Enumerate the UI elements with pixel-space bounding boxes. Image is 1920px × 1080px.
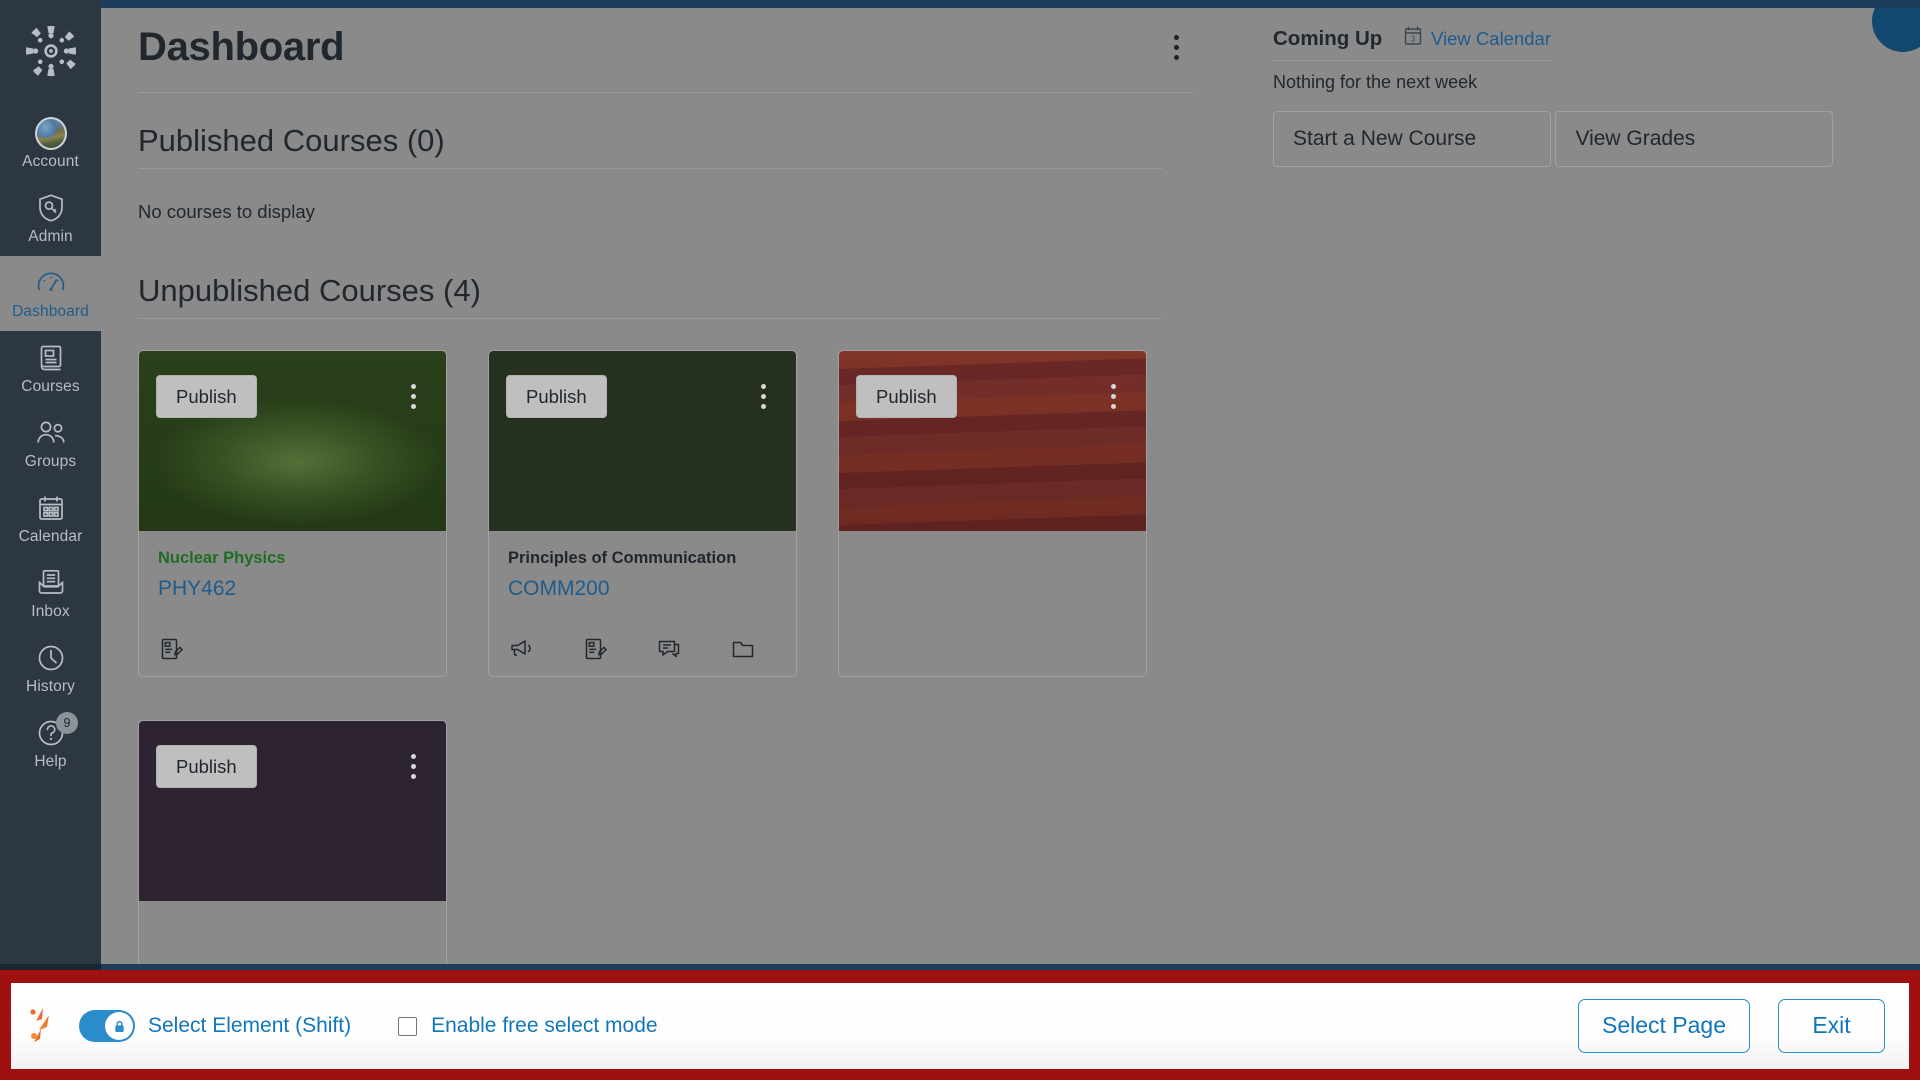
select-element-label: Select Element (Shift) (148, 1014, 352, 1037)
course-card[interactable]: Publish Nuclear Physics PHY462 (138, 350, 447, 677)
discussions-icon[interactable] (656, 636, 682, 662)
course-card-banner[interactable]: Publish (139, 721, 446, 901)
sidebar-item-label: Account (22, 153, 79, 170)
course-card-grid: Publish Nuclear Physics PHY462 Publish P… (138, 350, 1238, 1008)
course-name[interactable]: Principles of Communication (508, 549, 777, 569)
avatar (34, 116, 67, 150)
calendar-icon: 3 (1402, 25, 1424, 52)
course-card-options-icon[interactable] (1096, 379, 1130, 413)
sidebar-item-groups[interactable]: Groups (0, 406, 101, 481)
course-card-body (839, 531, 1146, 676)
element-picker-inner: Select Element (Shift) Enable free selec… (11, 983, 1909, 1069)
course-card[interactable]: Publish Principles of Communication COMM… (488, 350, 797, 677)
course-card-options-icon[interactable] (396, 749, 430, 783)
free-select-mode-row[interactable]: Enable free select mode (398, 1014, 658, 1038)
unpublished-courses-heading: Unpublished Courses (4) (138, 273, 1162, 319)
publish-button[interactable]: Publish (856, 375, 957, 419)
coming-up-header: Coming Up 3 View Calendar (1273, 25, 1551, 61)
publish-button[interactable]: Publish (506, 375, 607, 419)
sidebar-item-admin[interactable]: Admin (0, 181, 101, 256)
global-navigation: Account Admin Dashboard Courses Groups C… (0, 0, 101, 1008)
select-page-button[interactable]: Select Page (1578, 999, 1750, 1053)
calendar-icon (35, 492, 67, 524)
course-card-options-icon[interactable] (746, 379, 780, 413)
kebab-menu-icon[interactable] (1159, 31, 1193, 65)
sidebar-item-account[interactable]: Account (0, 106, 101, 181)
sidebar-item-label: Groups (24, 453, 77, 470)
main-content: Dashboard Published Courses (0) No cours… (101, 8, 1920, 1008)
course-card-actions (158, 636, 184, 662)
right-sidebar: Coming Up 3 View Calendar Nothing for th… (1273, 25, 1883, 168)
announcements-icon[interactable] (508, 636, 534, 662)
files-icon[interactable] (730, 636, 756, 662)
course-card-body: Principles of Communication COMM200 (489, 531, 796, 676)
course-card-actions (508, 636, 756, 662)
course-card-banner[interactable]: Publish (489, 351, 796, 531)
course-card-banner[interactable]: Publish (839, 351, 1146, 531)
assignments-icon[interactable] (582, 636, 608, 662)
view-calendar-link[interactable]: 3 View Calendar (1402, 25, 1551, 52)
course-code[interactable]: COMM200 (508, 576, 777, 601)
sidebar-item-label: Admin (28, 228, 73, 245)
dashboard-gauge-icon (35, 267, 67, 299)
sidebar-item-label: Help (34, 753, 67, 770)
sidebar-item-history[interactable]: History (0, 631, 101, 706)
app-brand-icon (25, 1004, 65, 1048)
clock-icon (35, 642, 67, 674)
assignments-icon[interactable] (158, 636, 184, 662)
page-title: Dashboard (138, 25, 345, 69)
course-card[interactable]: Publish (838, 350, 1147, 677)
shield-key-icon (35, 192, 67, 224)
element-picker-toolbar: Select Element (Shift) Enable free selec… (0, 970, 1920, 1080)
course-name[interactable]: Nuclear Physics (158, 549, 427, 569)
start-new-course-button[interactable]: Start a New Course (1273, 111, 1551, 168)
browser-top-strip (0, 0, 1920, 8)
publish-button[interactable]: Publish (156, 745, 257, 789)
sidebar-item-label: Courses (21, 378, 80, 395)
dashboard-panel: Dashboard Published Courses (0) No cours… (138, 25, 1296, 1008)
sidebar-item-inbox[interactable]: Inbox (0, 556, 101, 631)
view-calendar-label: View Calendar (1431, 27, 1551, 49)
course-card-banner[interactable]: Publish (139, 351, 446, 531)
svg-text:3: 3 (1411, 34, 1416, 43)
sidebar-item-calendar[interactable]: Calendar (0, 481, 101, 556)
course-code[interactable]: PHY462 (158, 576, 427, 601)
course-card-body: Nuclear Physics PHY462 (139, 531, 446, 676)
sidebar-item-help[interactable]: 9 Help (0, 706, 101, 781)
sidebar-item-label: Dashboard (12, 303, 89, 320)
select-element-toggle[interactable] (79, 1010, 135, 1042)
sidebar-item-label: History (26, 678, 75, 695)
free-select-mode-label: Enable free select mode (431, 1014, 658, 1037)
exit-button[interactable]: Exit (1778, 999, 1885, 1053)
sidebar-item-courses[interactable]: Courses (0, 331, 101, 406)
dashboard-header: Dashboard (138, 25, 1193, 93)
canvas-logo[interactable] (22, 22, 80, 80)
free-select-mode-checkbox[interactable] (398, 1016, 418, 1036)
book-icon (35, 342, 67, 374)
coming-up-title: Coming Up (1273, 26, 1383, 50)
help-badge: 9 (56, 712, 78, 734)
sidebar-item-dashboard[interactable]: Dashboard (0, 256, 101, 331)
sidebar-item-label: Inbox (31, 603, 70, 620)
avatar-icon (34, 116, 67, 150)
view-grades-button[interactable]: View Grades (1555, 111, 1834, 168)
course-card-options-icon[interactable] (396, 379, 430, 413)
toggle-knob (105, 1012, 133, 1040)
no-courses-message: No courses to display (138, 201, 315, 222)
lock-icon (114, 1020, 124, 1032)
inbox-tray-icon (35, 567, 67, 599)
sidebar-item-label: Calendar (18, 528, 83, 545)
screen: Account Admin Dashboard Courses Groups C… (0, 0, 1920, 1080)
publish-button[interactable]: Publish (156, 375, 257, 419)
coming-up-empty-message: Nothing for the next week (1273, 72, 1478, 92)
people-icon (35, 417, 67, 449)
published-courses-heading: Published Courses (0) (138, 123, 1162, 169)
